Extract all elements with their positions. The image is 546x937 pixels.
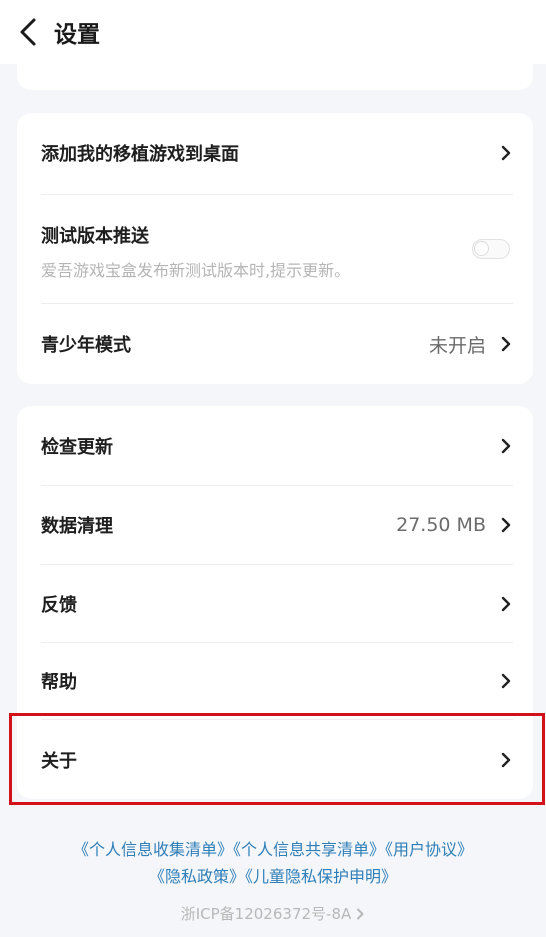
teen-mode-row[interactable]: 青少年模式 未开启 xyxy=(17,304,533,384)
help-label: 帮助 xyxy=(41,672,77,693)
user-agreement-link[interactable]: 《用户协议》 xyxy=(385,840,473,859)
settings-card-1: 添加我的移植游戏到桌面 测试版本推送 爱吾游戏宝盒发布新测试版本时,提示更新。 … xyxy=(17,113,533,384)
header: 设置 xyxy=(0,0,546,64)
check-update-row[interactable]: 检查更新 xyxy=(17,406,533,485)
help-row[interactable]: 帮助 xyxy=(17,643,533,719)
back-button[interactable] xyxy=(4,8,52,56)
privacy-policy-link[interactable]: 《隐私政策》 xyxy=(149,867,245,886)
icp-license-link[interactable]: 浙ICP备12026372号-8A xyxy=(0,903,546,924)
personal-info-share-link[interactable]: 《个人信息共享清单》 xyxy=(233,840,385,859)
add-to-desktop-row[interactable]: 添加我的移植游戏到桌面 xyxy=(17,113,533,193)
test-push-toggle[interactable] xyxy=(472,239,510,259)
chevron-right-icon xyxy=(499,145,513,161)
chevron-right-icon xyxy=(499,517,513,533)
chevron-right-icon xyxy=(499,752,513,768)
test-push-title: 测试版本推送 xyxy=(41,226,149,247)
icp-text: 浙ICP备12026372号-8A xyxy=(180,905,352,923)
toggle-knob xyxy=(474,241,489,256)
cache-size-value: 27.50 MB xyxy=(396,514,486,536)
policy-links-row-2: 《隐私政策》《儿童隐私保护申明》 xyxy=(0,863,546,887)
feedback-row[interactable]: 反馈 xyxy=(17,565,533,643)
chevron-right-icon xyxy=(499,673,513,689)
page-title: 设置 xyxy=(54,22,100,48)
chevron-right-icon xyxy=(355,908,365,920)
top-card-remnant xyxy=(17,58,533,90)
child-privacy-link[interactable]: 《儿童隐私保护申明》 xyxy=(245,867,397,886)
data-clean-row[interactable]: 数据清理 27.50 MB xyxy=(17,486,533,564)
personal-info-collection-link[interactable]: 《个人信息收集清单》 xyxy=(73,840,233,859)
test-push-description: 爱吾游戏宝盒发布新测试版本时,提示更新。 xyxy=(41,261,351,280)
teen-mode-status: 未开启 xyxy=(428,334,486,357)
policy-links-row-1: 《个人信息收集清单》《个人信息共享清单》《用户协议》 xyxy=(0,836,546,860)
about-row[interactable]: 关于 xyxy=(17,720,533,799)
teen-mode-label: 青少年模式 xyxy=(41,335,131,356)
about-label: 关于 xyxy=(41,750,77,772)
chevron-right-icon xyxy=(499,336,513,352)
check-update-label: 检查更新 xyxy=(41,436,113,458)
feedback-label: 反馈 xyxy=(41,595,77,616)
add-to-desktop-label: 添加我的移植游戏到桌面 xyxy=(41,144,239,165)
back-arrow-icon xyxy=(20,18,36,46)
data-clean-label: 数据清理 xyxy=(41,516,113,537)
chevron-right-icon xyxy=(499,596,513,612)
test-version-push-row: 测试版本推送 爱吾游戏宝盒发布新测试版本时,提示更新。 xyxy=(17,195,533,303)
chevron-right-icon xyxy=(499,438,513,454)
settings-card-2: 检查更新 数据清理 27.50 MB 反馈 帮助 关于 xyxy=(17,406,533,799)
